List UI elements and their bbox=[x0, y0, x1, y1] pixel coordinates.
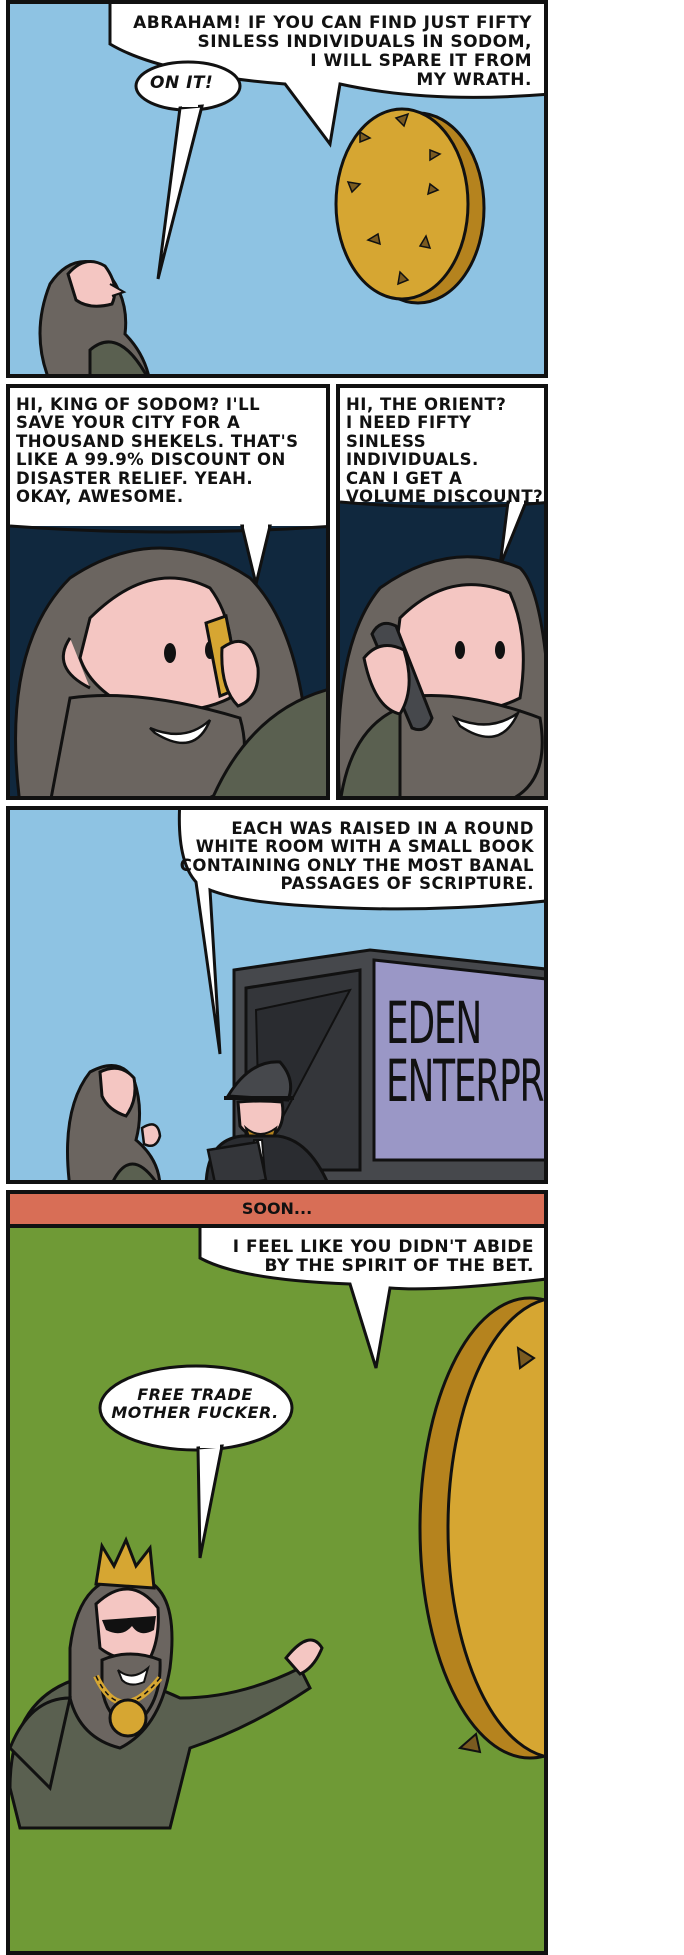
speech-line: VOLUME DISCOUNT? bbox=[346, 487, 544, 507]
god-speech-line: SINLESS INDIVIDUALS IN SODOM, bbox=[197, 32, 532, 53]
god-speech-line: ABRAHAM! IF YOU CAN FIND JUST FIFTY bbox=[133, 13, 532, 33]
abraham-figure bbox=[38, 260, 150, 374]
speech-line: HI, KING OF SODOM? I'LL bbox=[16, 395, 261, 414]
abraham-on-phone bbox=[14, 546, 326, 796]
speech-line: CONTAINING ONLY THE MOST BANAL bbox=[179, 855, 534, 875]
speech-line: BY THE SPIRIT OF THE BET. bbox=[264, 1256, 534, 1277]
panel-3: HI, THE ORIENT? I NEED FIFTY SINLESS IND… bbox=[336, 384, 548, 800]
speech-line: HI, THE ORIENT? bbox=[346, 395, 507, 414]
speech-line: LIKE A 99.9% DISCOUNT ON bbox=[16, 450, 286, 470]
narration-text: EACH WAS RAISED IN A ROUND WHITE ROOM WI… bbox=[154, 819, 534, 894]
panel-4: EACH WAS RAISED IN A ROUND WHITE ROOM WI… bbox=[6, 806, 548, 1184]
speech-line: FREE TRADE bbox=[137, 1385, 253, 1404]
speech-line: DISASTER RELIEF. YEAH. bbox=[16, 468, 254, 488]
king-reply-text: FREE TRADE MOTHER FUCKER. bbox=[110, 1386, 280, 1422]
king-call-text: HI, KING OF SODOM? I'LL SAVE YOUR CITY F… bbox=[16, 395, 326, 507]
speech-line: THOUSAND SHEKELS. THAT'S bbox=[16, 431, 299, 451]
speech-line: I NEED FIFTY bbox=[346, 413, 472, 433]
panel-1: ABRAHAM! IF YOU CAN FIND JUST FIFTY SINL… bbox=[6, 0, 548, 378]
god-rebuke-text: I FEEL LIKE YOU DIDN'T ABIDE BY THE SPIR… bbox=[154, 1237, 534, 1277]
soon-caption: SOON... bbox=[10, 1194, 544, 1228]
sign-line: EDEN bbox=[386, 989, 482, 1057]
panel-5-art bbox=[10, 1228, 544, 1830]
speech-line: OKAY, AWESOME. bbox=[16, 487, 184, 507]
god-speech-line: I WILL SPARE IT FROM bbox=[310, 51, 532, 72]
speech-line: WHITE ROOM WITH A SMALL BOOK bbox=[195, 837, 534, 857]
truck-sign-text: EDEN ENTERPRI bbox=[386, 989, 548, 1115]
god-coin-icon bbox=[418, 1296, 544, 1760]
speech-line: EACH WAS RAISED IN A ROUND bbox=[231, 819, 534, 838]
orient-call-text: HI, THE ORIENT? I NEED FIFTY SINLESS IND… bbox=[346, 395, 544, 507]
king-of-sodom-figure bbox=[10, 1536, 324, 1830]
panel-5: SOON... I FEEL LIKE YOU DIDN'T ABIDE BY … bbox=[6, 1190, 548, 1955]
crown-icon bbox=[94, 1536, 156, 1590]
abraham-figure bbox=[66, 1064, 162, 1180]
speech-line: MOTHER FUCKER. bbox=[111, 1402, 279, 1422]
speech-line: SINLESS INDIVIDUALS. bbox=[346, 431, 479, 470]
sign-line: ENTERPRI bbox=[386, 1047, 548, 1115]
comic-strip: ABRAHAM! IF YOU CAN FIND JUST FIFTY SINL… bbox=[0, 0, 684, 1955]
speech-line: I FEEL LIKE YOU DIDN'T ABIDE bbox=[232, 1237, 534, 1257]
god-coin-icon bbox=[334, 107, 486, 305]
abraham-reply-text: ON IT! bbox=[150, 73, 214, 93]
panel-2: HI, KING OF SODOM? I'LL SAVE YOUR CITY F… bbox=[6, 384, 330, 800]
speech-line: SAVE YOUR CITY FOR A bbox=[16, 413, 241, 433]
speech-line: CAN I GET A bbox=[346, 468, 463, 488]
speech-line: PASSAGES OF SCRIPTURE. bbox=[280, 874, 534, 894]
